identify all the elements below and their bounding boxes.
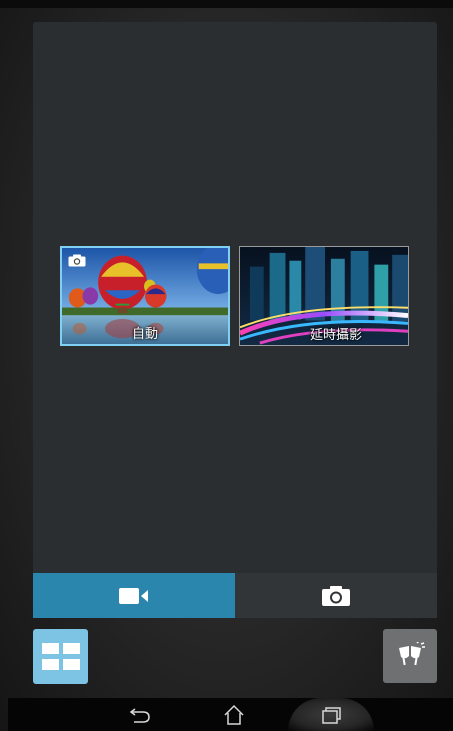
mode-auto-tile[interactable]: 自動	[60, 246, 230, 346]
back-icon	[129, 707, 150, 723]
video-mode-tab[interactable]	[33, 573, 235, 618]
mode-menu-button[interactable]	[33, 629, 88, 684]
recent-apps-icon	[322, 706, 341, 724]
back-button[interactable]	[122, 698, 158, 731]
home-icon	[224, 704, 244, 725]
camera-badge-icon	[68, 254, 86, 267]
status-bar	[0, 0, 453, 8]
mode-auto-label: 自動	[131, 327, 158, 342]
capture-mode-switch	[33, 573, 437, 618]
video-camera-icon	[119, 587, 148, 604]
mode-timelapse-label: 延時攝影	[309, 328, 362, 343]
grid-icon	[41, 642, 80, 670]
camera-icon	[322, 585, 350, 606]
home-button[interactable]	[216, 698, 252, 731]
photo-mode-tab[interactable]	[235, 573, 437, 618]
camera-screen: 自動 延時攝影	[0, 0, 453, 731]
effect-button[interactable]	[383, 629, 437, 683]
mode-timelapse-tile[interactable]: 延時攝影	[239, 246, 409, 346]
navigation-bar	[8, 698, 453, 731]
recent-apps-button[interactable]	[288, 698, 374, 731]
effect-toast-icon	[399, 642, 425, 666]
